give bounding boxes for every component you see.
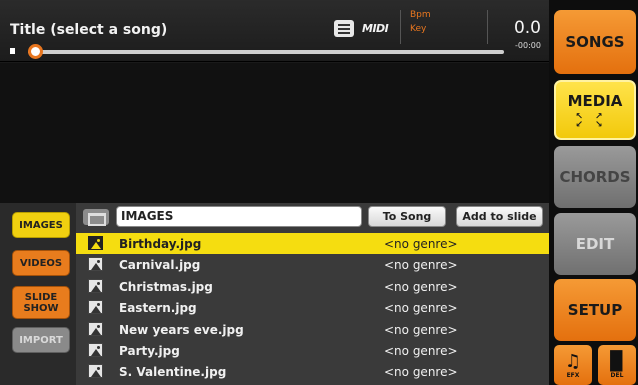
seek-handle[interactable]: [28, 44, 43, 59]
trash-icon: ▉: [610, 350, 624, 372]
file-name: S. Valentine.jpg: [119, 365, 227, 380]
media-button[interactable]: MEDIA ↖↗ ↙↘: [554, 80, 636, 140]
file-browser: IMAGES To Song Add to slide Birthday.jpg…: [76, 203, 549, 385]
file-genre: <no genre>: [384, 258, 458, 273]
efx-label: EFX: [566, 371, 580, 379]
efx-button[interactable]: ♫ EFX: [554, 345, 592, 385]
videos-button[interactable]: VIDEOS: [12, 250, 70, 276]
browser-toolbar: IMAGES To Song Add to slide: [76, 203, 549, 231]
media-label: MEDIA: [567, 91, 623, 110]
to-song-button[interactable]: To Song: [368, 206, 446, 227]
image-file-icon: [88, 321, 103, 336]
import-button-label: IMPORT: [19, 334, 63, 346]
import-button[interactable]: IMPORT: [12, 327, 70, 353]
seek-start-marker: [10, 48, 15, 54]
file-list: Birthday.jpg <no genre> Carnival.jpg <no…: [76, 233, 549, 383]
file-row[interactable]: Carnival.jpg <no genre>: [76, 254, 549, 275]
file-name: Carnival.jpg: [119, 258, 201, 273]
file-row[interactable]: New years eve.jpg <no genre>: [76, 319, 549, 340]
file-genre: <no genre>: [384, 343, 458, 358]
file-name: Eastern.jpg: [119, 301, 197, 316]
image-file-icon: [88, 236, 103, 250]
divider: [487, 10, 488, 44]
media-preview: [0, 63, 549, 203]
videos-button-label: VIDEOS: [19, 257, 63, 269]
del-button[interactable]: ▉ DEL: [598, 345, 636, 385]
file-genre: <no genre>: [384, 237, 458, 251]
divider: [400, 10, 401, 44]
midi-label[interactable]: MIDI: [362, 22, 389, 35]
folder-path[interactable]: IMAGES: [116, 206, 362, 227]
file-genre: <no genre>: [384, 279, 458, 294]
seek-slider[interactable]: [28, 50, 504, 54]
edit-label: EDIT: [575, 235, 615, 253]
add-to-slide-button[interactable]: Add to slide: [456, 206, 543, 227]
images-button-label: IMAGES: [19, 219, 63, 231]
slide-show-button[interactable]: SLIDE SHOW: [12, 286, 70, 319]
file-name: Party.jpg: [119, 343, 180, 358]
file-name: New years eve.jpg: [119, 322, 244, 337]
chords-label: CHORDS: [559, 168, 631, 186]
file-row[interactable]: Eastern.jpg <no genre>: [76, 297, 549, 318]
edit-button[interactable]: EDIT: [554, 213, 636, 275]
file-name: Christmas.jpg: [119, 279, 213, 294]
category-panel: IMAGES VIDEOS SLIDE SHOW IMPORT: [0, 203, 76, 385]
songs-button[interactable]: SONGS: [554, 10, 636, 74]
image-file-icon: [88, 278, 103, 293]
chords-button[interactable]: CHORDS: [554, 146, 636, 208]
setup-button[interactable]: SETUP: [554, 279, 636, 341]
file-genre: <no genre>: [384, 301, 458, 316]
setup-label: SETUP: [567, 301, 623, 319]
file-row[interactable]: Birthday.jpg <no genre>: [76, 233, 549, 255]
image-file-icon: [88, 364, 103, 379]
songs-label: SONGS: [565, 33, 625, 51]
bpm-label: Bpm: [410, 10, 431, 20]
file-row[interactable]: Christmas.jpg <no genre>: [76, 276, 549, 297]
slide-show-label-2: SHOW: [23, 302, 59, 314]
key-label: Key: [410, 24, 427, 34]
del-label: DEL: [610, 371, 624, 379]
image-file-icon: [88, 300, 103, 315]
list-icon[interactable]: [334, 20, 354, 37]
song-title[interactable]: Title (select a song): [10, 22, 167, 38]
file-genre: <no genre>: [384, 365, 458, 380]
main-nav: SONGS MEDIA ↖↗ ↙↘ CHORDS EDIT SETUP ♫ EFX…: [549, 0, 638, 385]
time-display: 0.0: [513, 18, 541, 38]
slide-show-label-1: SLIDE: [24, 291, 58, 303]
file-row[interactable]: Party.jpg <no genre>: [76, 340, 549, 361]
image-file-icon: [88, 257, 103, 272]
magic-wand-icon: ♫: [564, 350, 582, 372]
image-file-icon: [88, 342, 103, 357]
expand-arrows-icon: ↖↗ ↙↘: [575, 111, 615, 130]
file-row[interactable]: S. Valentine.jpg <no genre>: [76, 361, 549, 382]
images-button[interactable]: IMAGES: [12, 212, 70, 238]
folder-icon[interactable]: [83, 209, 109, 226]
file-genre: <no genre>: [384, 322, 458, 337]
time-remaining: -00:00: [515, 41, 541, 50]
player-bar: Title (select a song) MIDI Bpm Key 0.0 -…: [0, 0, 549, 62]
file-name: Birthday.jpg: [119, 237, 202, 251]
